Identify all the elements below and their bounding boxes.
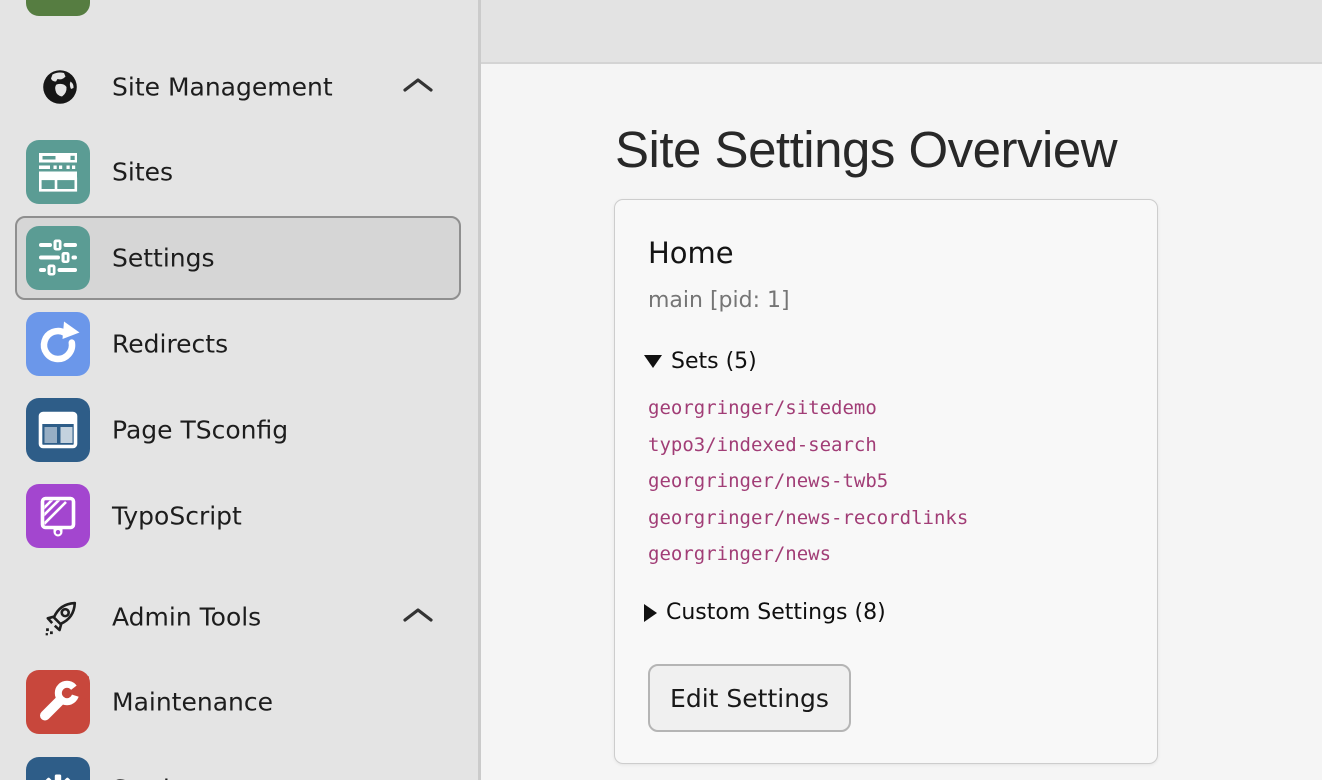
sidebar-item-label: Page TSconfig <box>112 416 288 445</box>
triangle-down-icon <box>644 355 662 368</box>
chevron-up-icon[interactable] <box>401 75 435 99</box>
site-card: Home main [pid: 1] Sets (5) georgringer/… <box>614 199 1158 764</box>
redirects-module-icon <box>26 312 90 376</box>
triangle-right-icon <box>644 604 657 622</box>
sidebar-item-typoscript[interactable]: TypoScript <box>0 484 478 548</box>
edit-settings-button[interactable]: Edit Settings <box>648 664 851 732</box>
chevron-up-icon[interactable] <box>401 605 435 629</box>
set-package-item: georgringer/news <box>648 536 968 573</box>
sidebar-item-label: Sites <box>112 158 173 187</box>
settings-module-icon <box>26 226 90 290</box>
section-label: Site Management <box>112 73 333 102</box>
green-module-icon[interactable] <box>26 0 90 16</box>
custom-settings-toggle[interactable]: Custom Settings (8) <box>644 600 886 625</box>
sidebar-item-redirects[interactable]: Redirects <box>0 312 478 376</box>
set-package-item: georgringer/sitedemo <box>648 390 968 427</box>
sidebar-item-label: Redirects <box>112 330 228 359</box>
set-package-item: georgringer/news-recordlinks <box>648 500 968 537</box>
sets-summary-toggle[interactable]: Sets (5) <box>644 349 757 374</box>
set-package-item: typo3/indexed-search <box>648 427 968 464</box>
typoscript-module-icon <box>26 484 90 548</box>
rocket-icon <box>40 597 80 637</box>
sidebar-item-label: Maintenance <box>112 688 273 717</box>
sidebar-item-sites[interactable]: Sites <box>0 140 478 204</box>
card-title: Home <box>648 236 734 270</box>
gear-module-icon <box>26 757 90 780</box>
sidebar-item-admin-settings[interactable]: Settings <box>0 757 478 780</box>
custom-settings-label: Custom Settings (8) <box>666 600 886 625</box>
sidebar-section-site-management[interactable]: Site Management <box>0 62 478 112</box>
content-area: Site Settings Overview Home main [pid: 1… <box>481 0 1322 780</box>
sets-count-label: Sets (5) <box>671 349 757 374</box>
globe-icon <box>40 67 80 107</box>
set-package-item: georgringer/news-twb5 <box>648 463 968 500</box>
page-tsconfig-module-icon <box>26 398 90 462</box>
module-sidebar: Site Management <box>0 0 478 780</box>
section-label: Admin Tools <box>112 603 261 632</box>
sidebar-item-label: Settings <box>112 244 215 273</box>
sites-module-icon <box>26 140 90 204</box>
sidebar-item-maintenance[interactable]: Maintenance <box>0 670 478 734</box>
sidebar-section-admin-tools[interactable]: Admin Tools <box>0 592 478 642</box>
card-subtitle: main [pid: 1] <box>648 288 790 313</box>
sets-package-list: georgringer/sitedemo typo3/indexed-searc… <box>648 390 968 573</box>
page-title: Site Settings Overview <box>615 120 1117 179</box>
sidebar-item-label: Settings <box>112 775 215 780</box>
sidebar-item-label: TypoScript <box>112 502 242 531</box>
sidebar-item-settings[interactable]: Settings <box>0 226 478 290</box>
sidebar-item-page-tsconfig[interactable]: Page TSconfig <box>0 398 478 462</box>
doc-header-bar <box>481 0 1322 64</box>
app-window: Site Management <box>0 0 1322 780</box>
maintenance-module-icon <box>26 670 90 734</box>
